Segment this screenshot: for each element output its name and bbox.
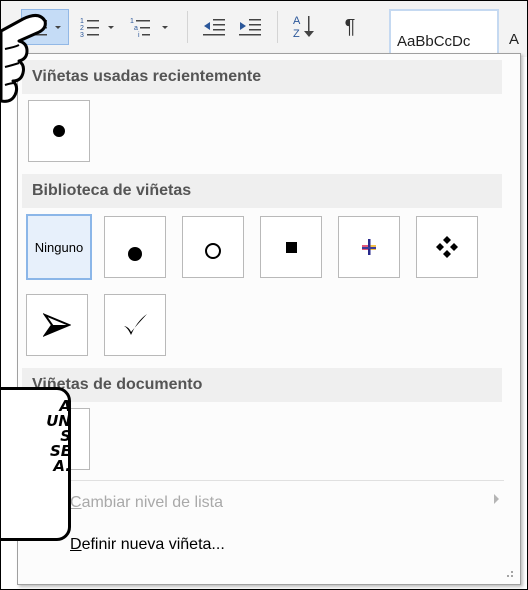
increase-indent-button[interactable] <box>233 9 267 45</box>
styles-gallery[interactable]: AaBbCcDc <box>389 9 499 57</box>
multilevel-list-icon: 1 a i <box>130 18 168 39</box>
square-bullet-icon <box>285 241 297 253</box>
bullet-checkmark-option[interactable] <box>104 294 166 356</box>
style-next-label: A <box>509 31 520 48</box>
none-label: Ninguno <box>34 239 84 255</box>
pilcrow-icon: ¶ <box>344 15 356 38</box>
dot-bullet-icon <box>128 247 142 261</box>
comic-frame: 1 2 3 1 a i A Z ¶ AaBbCcDc A Viñetas usa… <box>0 0 528 590</box>
colored-cross-bullet-icon <box>362 239 376 255</box>
multilevel-list-button[interactable]: 1 a i <box>127 9 177 45</box>
section-heading-document: Viñetas de documento <box>22 368 502 402</box>
diamond-cluster-bullet-icon <box>436 236 458 258</box>
section-heading-library: Biblioteca de viñetas <box>22 174 502 208</box>
increase-indent-icon <box>239 19 261 36</box>
svg-text:Z: Z <box>293 28 300 40</box>
svg-text:1: 1 <box>130 18 134 25</box>
speech-bubble-text: A UN S SE A. <box>46 397 71 475</box>
bullet-arrowhead-option[interactable] <box>26 294 88 356</box>
bullet-none-option[interactable]: Ninguno <box>26 214 92 280</box>
numbering-icon: 1 2 3 <box>80 18 114 39</box>
bullet-ring-option[interactable] <box>182 216 244 278</box>
svg-text:A: A <box>293 15 301 27</box>
checkmark-bullet-icon <box>124 314 147 335</box>
menu-divider <box>34 480 504 481</box>
resize-grip-icon[interactable] <box>506 570 514 578</box>
submenu-arrow-icon <box>494 494 499 504</box>
define-new-bullet-item[interactable]: Definir nueva viñeta... <box>70 536 225 554</box>
change-level-label: ambiar nivel de lista <box>81 494 223 511</box>
ribbon-separator <box>277 11 278 43</box>
bullet-square-option[interactable] <box>260 216 322 278</box>
sort-button[interactable]: A Z <box>287 9 321 45</box>
bullet-dot-option[interactable] <box>104 216 166 278</box>
ring-bullet-icon <box>205 243 221 259</box>
bullet-library-dropdown: Viñetas usadas recientemente Biblioteca … <box>17 53 521 585</box>
define-new-label: efinir nueva viñeta... <box>81 536 225 553</box>
decrease-indent-icon <box>203 19 225 36</box>
bullet-colored-cross-option[interactable] <box>338 216 400 278</box>
show-formatting-button[interactable]: ¶ <box>335 9 365 45</box>
section-heading-recent: Viñetas usadas recientemente <box>22 60 502 94</box>
sort-az-icon: A Z <box>293 15 314 40</box>
svg-text:i: i <box>138 32 140 39</box>
numbering-button[interactable]: 1 2 3 <box>77 9 123 45</box>
change-level-accesskey: C <box>70 494 82 511</box>
change-list-level-item[interactable]: Cambiar nivel de lista <box>70 494 223 512</box>
dot-bullet-icon <box>53 125 65 137</box>
define-new-accesskey: D <box>70 536 82 553</box>
decrease-indent-button[interactable] <box>197 9 231 45</box>
arrowhead-bullet-icon <box>43 313 71 337</box>
ribbon-separator <box>187 11 188 43</box>
pointing-hand-drawing <box>1 14 47 103</box>
bullet-diamond-option[interactable] <box>416 216 478 278</box>
style-sample-label: AaBbCcDc <box>397 33 471 50</box>
svg-text:a: a <box>134 25 138 32</box>
